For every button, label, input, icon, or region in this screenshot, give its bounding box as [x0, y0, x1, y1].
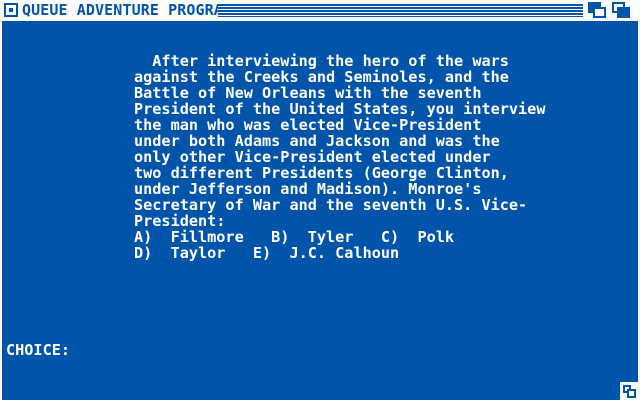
question-line: Battle of New Orleans with the seventh [134, 84, 482, 102]
question-line: against the Creeks and Seminoles, and th… [134, 68, 509, 86]
answer-options-row-1: A) Fillmore B) Tyler C) Polk [134, 228, 455, 246]
question-line: After interviewing the hero of the wars [134, 52, 509, 70]
choice-input[interactable] [66, 341, 606, 359]
question-line: only other Vice-President elected under [134, 148, 491, 166]
depth-front-icon[interactable] [612, 2, 631, 19]
question-line: the man who was elected Vice-President [134, 116, 482, 134]
answer-options-row-2: D) Taylor E) J.C. Calhoun [134, 244, 400, 262]
question-line: Secretary of War and the seventh U.S. Vi… [134, 196, 528, 214]
choice-prompt-label: CHOICE: [6, 341, 71, 359]
question-line: under both Adams and Jackson and was the [134, 132, 500, 150]
title-bar-drag-area[interactable] [218, 4, 583, 17]
title-bar[interactable]: QUEUE ADVENTURE PROGRAM [0, 0, 640, 21]
depth-back-square-front [593, 7, 606, 18]
console-window: After interviewing the hero of the wars … [0, 21, 640, 400]
window-title: QUEUE ADVENTURE PROGRAM [22, 1, 233, 19]
resize-square-large [627, 389, 636, 398]
question-line: President of the United States, you inte… [134, 100, 546, 118]
depth-front-square-front [617, 7, 630, 18]
question-line: President: [134, 212, 226, 230]
depth-back-icon[interactable] [588, 2, 607, 19]
question-line: under Jefferson and Madison). Monroe's [134, 180, 482, 198]
question-line: two different Presidents (George Clinton… [134, 164, 509, 182]
resize-gadget-icon[interactable] [620, 382, 638, 400]
close-gadget-icon[interactable] [4, 3, 18, 17]
